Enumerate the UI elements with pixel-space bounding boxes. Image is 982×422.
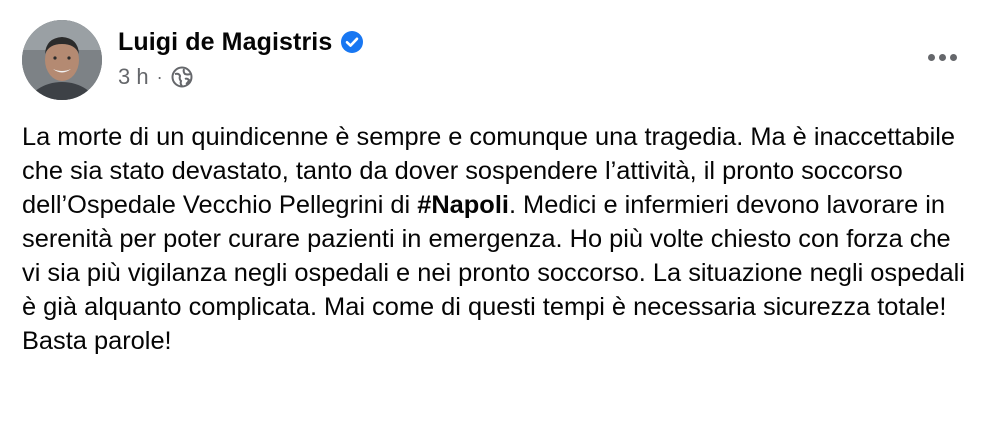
avatar-photo (22, 20, 102, 100)
author-avatar[interactable] (22, 20, 102, 100)
post-meta: Luigi de Magistris 3 h · (118, 26, 364, 90)
more-options-icon[interactable] (922, 42, 962, 72)
post-header: Luigi de Magistris 3 h · (22, 20, 962, 104)
post-timestamp[interactable]: 3 h (118, 64, 149, 90)
more-dot (949, 53, 957, 61)
post-subtitle: 3 h · (118, 64, 364, 90)
globe-icon[interactable] (171, 66, 193, 88)
separator-dot: · (156, 66, 163, 87)
facebook-post: Luigi de Magistris 3 h · La morte di un … (0, 0, 982, 422)
more-dot (938, 53, 946, 61)
author-name[interactable]: Luigi de Magistris (118, 28, 332, 57)
verified-badge-icon (340, 30, 364, 54)
post-body: La morte di un quindicenne è sempre e co… (22, 120, 967, 358)
hashtag-link[interactable]: #Napoli (417, 191, 509, 219)
more-dot (927, 53, 935, 61)
author-row: Luigi de Magistris (118, 26, 364, 58)
